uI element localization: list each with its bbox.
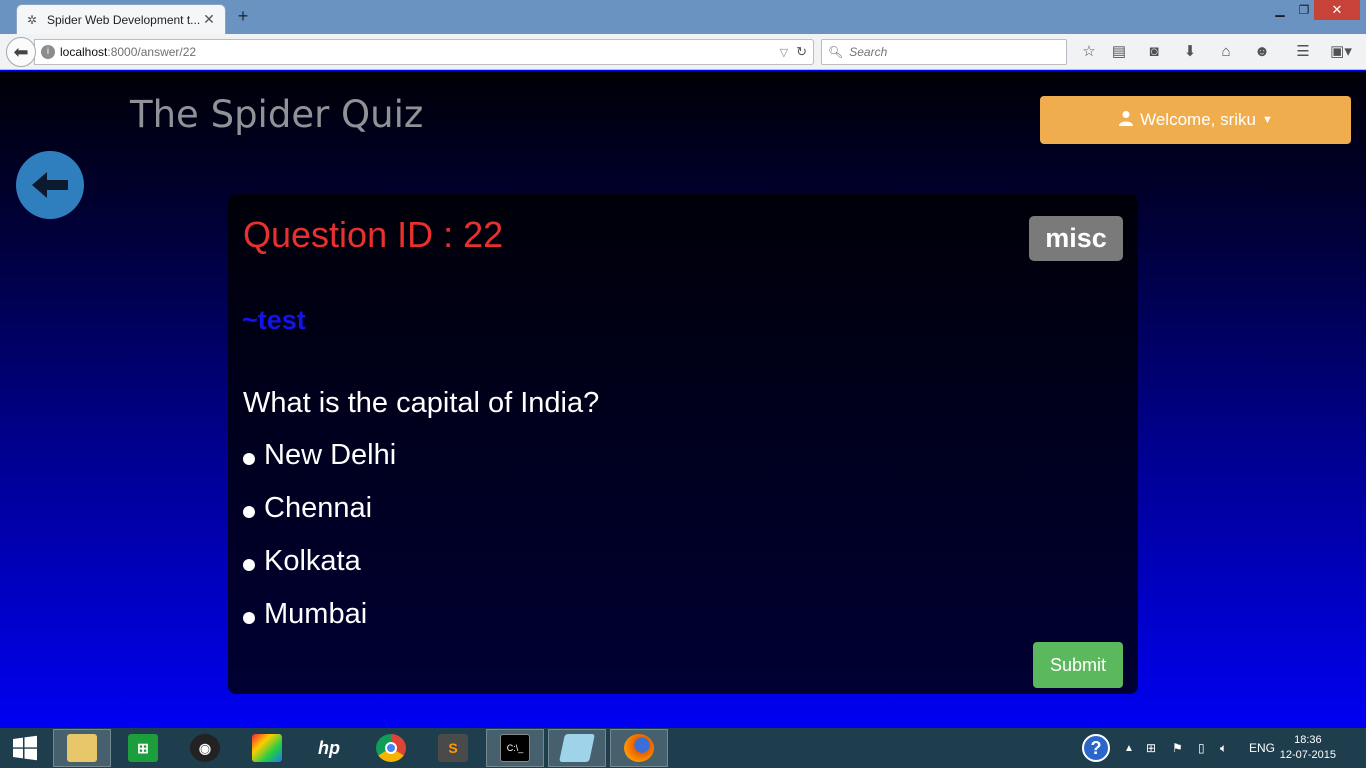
start-button[interactable]	[0, 728, 50, 768]
browser-tab[interactable]: ✲ Spider Web Development t... ✕	[16, 4, 226, 34]
browser-navigation-bar: i localhost :8000/answer/22 ▽ ↻ ⬅ 🔍︎ ☆ ▤…	[0, 34, 1366, 70]
question-id: Question ID : 22	[243, 214, 504, 255]
hello-icon[interactable]: ☻	[1252, 42, 1272, 62]
volume-icon[interactable]: 🔈︎	[1220, 728, 1227, 768]
show-hidden-icons-icon[interactable]: ▲	[1124, 728, 1134, 768]
clock-date: 12-07-2015	[1279, 749, 1336, 761]
answer-option-label: Kolkata	[264, 545, 361, 577]
system-clock[interactable]: 18:36 12-07-2015	[1280, 733, 1336, 763]
hp-logo-icon: hp	[318, 737, 340, 758]
command-prompt-icon: C:\_	[500, 734, 530, 762]
home-icon[interactable]: ⌂	[1216, 42, 1236, 62]
folder-icon	[67, 734, 97, 762]
question-text: What is the capital of India?	[243, 387, 600, 419]
battery-icon[interactable]: ▯	[1198, 728, 1205, 768]
site-title[interactable]: The Spider Quiz	[130, 93, 423, 136]
pocket-icon[interactable]: ◙	[1144, 42, 1164, 62]
chrome-icon	[376, 734, 406, 762]
welcome-label: Welcome, sriku	[1140, 110, 1256, 129]
action-center-flag-icon[interactable]: ⚑	[1172, 728, 1183, 768]
search-icon: 🔍︎	[828, 45, 844, 59]
author-link[interactable]: ~test	[242, 305, 306, 336]
url-history-dropdown-icon[interactable]: ▽	[780, 46, 788, 59]
radio-bullet-icon	[243, 558, 255, 571]
command-prompt-app[interactable]: C:\_	[486, 729, 544, 767]
site-favicon-icon: ✲	[26, 12, 38, 27]
windows-logo-icon	[13, 735, 37, 761]
answer-option[interactable]: New Delhi	[243, 439, 396, 472]
browser-tab-strip: ✲ Spider Web Development t... ✕ + ▁ ❐ ✕	[0, 0, 1366, 34]
answer-option-label: Chennai	[264, 492, 373, 524]
clock-time: 18:36	[1294, 734, 1322, 746]
browser-back-button[interactable]: ⬅	[6, 37, 36, 67]
bookmarks-menu-icon[interactable]: ▤	[1109, 42, 1129, 62]
store-icon: ⊞	[128, 734, 158, 762]
radio-bullet-icon	[243, 505, 255, 518]
windows-taskbar: ⊞ ◉ hp S C:\_ ? ▲ ⊞ ⚑ ▯ 🔈︎ ENG 18:36 12-…	[0, 728, 1366, 768]
camera-app[interactable]: ◉	[176, 729, 234, 767]
bookmark-star-icon[interactable]: ☆	[1079, 42, 1099, 62]
store-app[interactable]: ⊞	[114, 729, 172, 767]
minimize-window-button[interactable]: ▁	[1267, 0, 1293, 20]
sublime-text-icon: S	[438, 734, 468, 762]
back-button[interactable]	[16, 151, 84, 219]
firefox-app[interactable]	[610, 729, 668, 767]
downloads-icon[interactable]: ⬇	[1180, 42, 1200, 62]
url-path: :8000/answer/22	[107, 45, 197, 59]
radio-bullet-icon	[243, 611, 255, 624]
url-host: localhost	[60, 45, 108, 59]
menu-icon[interactable]: ☰	[1293, 42, 1313, 62]
tab-title: Spider Web Development t...	[47, 12, 201, 27]
hp-app[interactable]: hp	[300, 729, 358, 767]
close-window-button[interactable]: ✕	[1314, 0, 1360, 20]
help-icon[interactable]: ?	[1082, 728, 1110, 768]
submit-button[interactable]: Submit	[1033, 642, 1123, 688]
network-icon[interactable]: ⊞	[1146, 728, 1156, 768]
search-input[interactable]	[849, 45, 1050, 59]
language-indicator[interactable]: ENG	[1249, 728, 1275, 768]
puzzle-icon	[252, 734, 282, 762]
search-bar[interactable]: 🔍︎	[821, 39, 1067, 65]
user-menu-button[interactable]: Welcome, sriku ▼	[1040, 96, 1351, 144]
url-bar[interactable]: i localhost :8000/answer/22 ▽ ↻	[34, 39, 814, 65]
chrome-app[interactable]	[362, 729, 420, 767]
sublime-text-app[interactable]: S	[424, 729, 482, 767]
new-tab-button[interactable]: +	[234, 6, 252, 26]
notes-app[interactable]	[548, 729, 606, 767]
puzzle-app[interactable]	[238, 729, 296, 767]
page-content: The Spider Quiz Welcome, sriku ▼ Questio…	[0, 71, 1366, 728]
close-tab-icon[interactable]: ✕	[201, 11, 217, 28]
arrow-left-icon	[32, 172, 68, 198]
caret-down-icon: ▼	[1262, 114, 1273, 126]
answer-option[interactable]: Mumbai	[243, 598, 367, 631]
user-icon	[1118, 110, 1134, 131]
radio-bullet-icon	[243, 452, 255, 465]
camera-icon: ◉	[190, 734, 220, 762]
addon-icon[interactable]: ▣▾	[1327, 42, 1355, 62]
answer-option[interactable]: Kolkata	[243, 545, 361, 578]
site-info-icon[interactable]: i	[41, 45, 55, 59]
category-badge: misc	[1029, 216, 1123, 261]
firefox-icon	[624, 734, 654, 762]
answer-option-label: Mumbai	[264, 598, 368, 630]
answer-option[interactable]: Chennai	[243, 492, 372, 525]
answer-option-label: New Delhi	[264, 439, 397, 471]
reload-icon[interactable]: ↻	[796, 44, 807, 60]
file-explorer-app[interactable]	[53, 729, 111, 767]
notes-icon	[559, 734, 595, 762]
question-card: Question ID : 22 misc ~test What is the …	[228, 194, 1138, 694]
